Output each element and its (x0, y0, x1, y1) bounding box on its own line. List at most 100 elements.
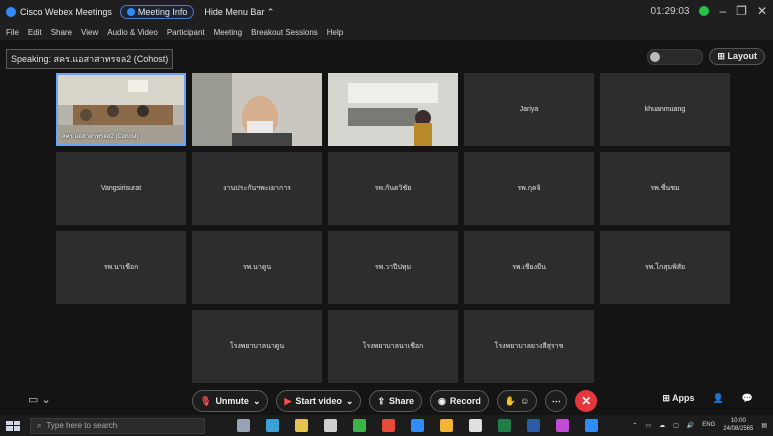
webex-active-icon[interactable] (585, 419, 598, 432)
info-icon (126, 8, 135, 16)
cloud-icon[interactable]: ☁ (659, 422, 665, 429)
participant-tile[interactable]: รพ.โกสุมพิสัย (600, 231, 730, 304)
close-icon: ✕ (581, 394, 592, 408)
start-video-button[interactable]: ▶ Start video ⌄ (276, 390, 362, 412)
more-options-button[interactable]: ⋯ (545, 390, 568, 412)
participant-tile[interactable]: รพ.กุดจิ (464, 152, 594, 225)
hide-menu-bar-button[interactable]: Hide Menu Bar ⌃ (204, 7, 274, 18)
participant-tile[interactable]: รพ.เชียงยืน (464, 231, 594, 304)
menu-view[interactable]: View (81, 28, 98, 37)
clock-date: 24/08/2565 (723, 426, 754, 432)
webex-taskbar-icon[interactable] (411, 419, 424, 432)
participant-tile[interactable]: รพ.วาปีปทุม (328, 231, 458, 304)
menu-help[interactable]: Help (327, 28, 343, 37)
zoom-slider[interactable] (647, 48, 704, 65)
leave-meeting-button[interactable]: ✕ (575, 390, 598, 412)
menu-audio-video[interactable]: Audio & Video (107, 28, 158, 37)
excel-icon[interactable] (498, 419, 511, 432)
participant-name: รพ.นาดูน (242, 264, 272, 271)
language-indicator[interactable]: ENG (702, 422, 715, 428)
meeting-info-button[interactable]: Meeting Info (119, 5, 195, 19)
windows-taskbar: ⌕ Type here to search ⌃ ▭ ☁ ▢ 🔊 ENG 10:0… (0, 415, 773, 436)
apps-button[interactable]: ⊞ Apps (662, 393, 694, 404)
participant-name: โรงพยาบาลยางสีสุราช (494, 343, 564, 350)
participants-icon: 👤 (712, 393, 724, 403)
task-view-icon[interactable] (237, 419, 250, 432)
edge-browser-icon[interactable] (266, 419, 279, 432)
chrome-icon[interactable] (382, 419, 395, 432)
store-icon[interactable] (469, 419, 482, 432)
system-clock[interactable]: 10:00 24/08/2565 (723, 417, 753, 433)
meeting-controls-bar: ▭ ⌄ 🎙 Unmute ⌄ ▶ Start video ⌄ ⇪ Share ◉… (0, 387, 773, 415)
participant-tile[interactable]: โรงพยาบาลนาเชือก (328, 310, 458, 383)
participant-tile[interactable]: โรงพยาบาลนาดูน (192, 310, 322, 383)
video-off-icon: ▶ (284, 395, 292, 406)
display-icon[interactable]: ▢ (673, 422, 679, 429)
start-video-label: Start video (295, 396, 342, 406)
apps-label: Apps (672, 393, 695, 403)
restore-button[interactable]: ❐ (736, 4, 747, 18)
file-explorer-icon[interactable] (295, 419, 308, 432)
menu-meeting[interactable]: Meeting (214, 28, 242, 37)
raise-hand-icon: ✋ (504, 395, 517, 406)
participant-tile[interactable]: สคร.แอสาสาทรจล2 (Cohost) (56, 73, 186, 146)
taskbar-search-box[interactable]: ⌕ Type here to search (30, 417, 205, 434)
mail-icon[interactable] (324, 419, 337, 432)
more-icon: ⋯ (551, 395, 561, 406)
participant-tile[interactable]: รพ.ชื่นชม (600, 152, 730, 225)
participant-name: โรงพยาบาลนาเชือก (362, 343, 424, 350)
participant-name: รพ.กุดจิ (517, 185, 541, 192)
layout-button[interactable]: ⊞ Layout (709, 48, 765, 65)
word-icon[interactable] (527, 419, 540, 432)
menu-share[interactable]: Share (51, 28, 72, 37)
participant-tile[interactable]: khuanmuang (600, 73, 730, 146)
participant-name: รพ.เชียงยืน (512, 264, 546, 271)
participant-name: รพ.โกสุมพิสัย (644, 264, 686, 271)
search-placeholder: Type here to search (46, 421, 118, 430)
menu-participant[interactable]: Participant (167, 28, 205, 37)
close-button[interactable]: ✕ (757, 4, 767, 18)
menu-bar: File Edit Share View Audio & Video Parti… (0, 24, 773, 40)
app-icon[interactable] (556, 419, 569, 432)
menu-file[interactable]: File (6, 28, 19, 37)
notification-icon[interactable]: ▤ (761, 422, 767, 429)
participant-tile[interactable]: รพ.กันตวิชัย (328, 152, 458, 225)
windows-start-icon[interactable] (6, 420, 20, 431)
participant-name: รพ.ชื่นชม (650, 185, 680, 192)
captions-button[interactable]: ▭ ⌄ (28, 393, 51, 406)
webex-logo-icon (6, 7, 16, 17)
participant-tile[interactable]: รพ.นาเชือก (56, 231, 186, 304)
participant-tile[interactable] (192, 73, 322, 146)
participant-tile[interactable]: Jariya (464, 73, 594, 146)
participant-tile[interactable]: รพ.นาดูน (192, 231, 322, 304)
video-feed (328, 73, 458, 146)
line-app-icon[interactable] (353, 419, 366, 432)
participant-tile[interactable]: โรงพยาบาลยางสีสุราช (464, 310, 594, 383)
meeting-timer: 01:29:03 (650, 5, 690, 17)
speaking-indicator: Speaking: สคร.แอสาสาทรจล2 (Cohost) (6, 49, 174, 69)
chevron-up-icon[interactable]: ⌃ (632, 422, 637, 429)
chat-button[interactable]: 💬 (742, 393, 753, 404)
participant-tile[interactable]: งานประกันฯพะเยาการ (192, 152, 322, 225)
participant-tile[interactable]: Vangsirisurat (56, 152, 186, 225)
volume-icon[interactable]: 🔊 (687, 422, 694, 429)
reaction-icon: ☺ (520, 396, 530, 406)
participant-tile[interactable] (328, 73, 458, 146)
participant-name: khuanmuang (644, 106, 686, 113)
record-button[interactable]: ◉ Record (430, 390, 489, 412)
layout-label: Layout (727, 51, 757, 61)
record-label: Record (449, 396, 481, 406)
hand-and-reactions-button[interactable]: ✋ ☺ (496, 390, 538, 412)
minimize-button[interactable]: – (719, 4, 726, 18)
grid-icon: ⊞ (717, 51, 725, 61)
participants-button[interactable]: 👤 (713, 393, 724, 404)
menu-breakout[interactable]: Breakout Sessions (251, 28, 318, 37)
microphone-muted-icon: 🎙 (200, 395, 212, 406)
security-shield-icon[interactable] (699, 6, 710, 16)
network-icon[interactable]: ▭ (645, 422, 651, 429)
menu-edit[interactable]: Edit (28, 28, 42, 37)
unmute-button[interactable]: 🎙 Unmute ⌄ (192, 390, 269, 412)
share-button[interactable]: ⇪ Share (369, 390, 423, 412)
paint-icon[interactable] (440, 419, 453, 432)
slider-knob[interactable] (650, 51, 661, 62)
